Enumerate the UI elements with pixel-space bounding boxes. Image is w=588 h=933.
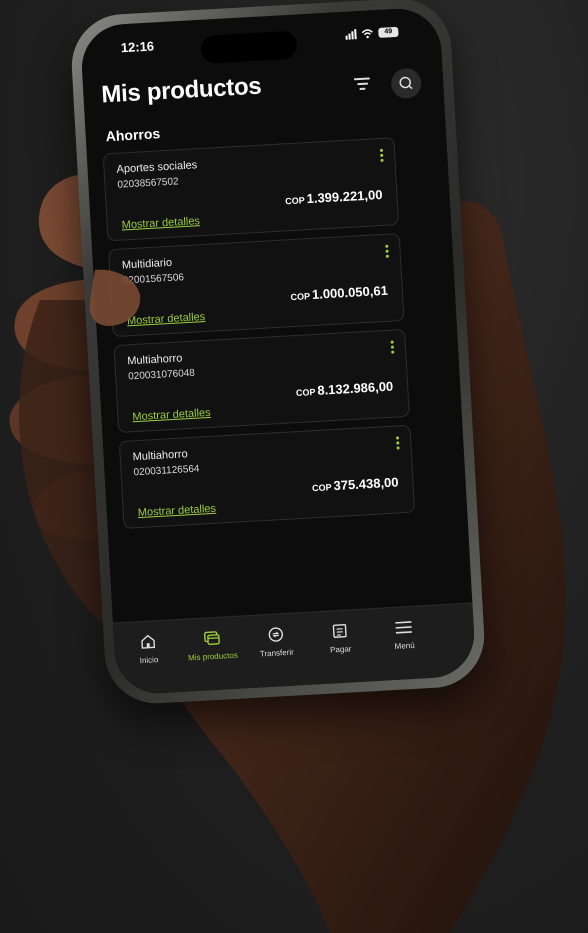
account-balance: COP375.438,00	[312, 474, 399, 494]
battery-icon: 49	[378, 26, 399, 38]
nav-item-mis-productos[interactable]: Mis productos	[180, 628, 246, 663]
wifi-icon	[361, 29, 373, 39]
balance-amount: 1.399.221,00	[306, 186, 383, 207]
more-options-icon[interactable]	[390, 340, 396, 355]
currency-label: COP	[295, 386, 316, 399]
currency-label: COP	[290, 291, 311, 303]
transfer-icon	[268, 627, 284, 642]
show-details-link[interactable]: Mostrar detalles	[132, 407, 211, 423]
signal-icon	[345, 29, 357, 40]
balance-amount: 375.438,00	[333, 474, 399, 494]
product-card[interactable]: Multidiario 02001567506 COP1.000.050,61 …	[108, 233, 405, 338]
nav-label: Inicio	[139, 655, 159, 666]
bill-icon	[332, 624, 347, 638]
nav-label: Menú	[394, 640, 415, 651]
dynamic-island	[200, 30, 298, 64]
show-details-link[interactable]: Mostrar detalles	[121, 215, 200, 231]
product-card[interactable]: Multiahorro 020031126564 COP375.438,00 M…	[118, 424, 416, 529]
nav-label: Transferir	[259, 647, 295, 659]
show-details-link[interactable]: Mostrar detalles	[137, 503, 216, 519]
phone-device: 12:16 49 Mis productos Ahorros Aportes s…	[69, 0, 487, 707]
status-icons: 49	[345, 26, 399, 40]
product-card[interactable]: Aportes sociales 02038567502 COP1.399.22…	[102, 137, 400, 242]
account-number: 020031076048	[127, 367, 196, 383]
currency-label: COP	[311, 482, 332, 494]
product-name: Aportes sociales	[116, 159, 198, 176]
account-number: 02001567506	[122, 272, 185, 287]
account-balance: COP1.000.050,61	[290, 283, 388, 303]
account-balance: COP1.399.221,00	[285, 187, 383, 207]
account-balance: COP8.132.986,00	[295, 378, 394, 399]
product-name: Multidiario	[121, 256, 173, 272]
phone-screen: 12:16 49 Mis productos Ahorros Aportes s…	[79, 6, 477, 696]
currency-label: COP	[284, 195, 306, 207]
balance-amount: 1.000.050,61	[311, 282, 389, 303]
nav-item-transferir[interactable]: Transferir	[243, 625, 309, 660]
home-icon	[141, 634, 156, 649]
wallet-icon	[203, 631, 220, 645]
show-details-link[interactable]: Mostrar detalles	[127, 311, 206, 327]
product-name: Multiahorro	[127, 352, 183, 368]
nav-label: Pagar	[329, 644, 352, 655]
filter-icon[interactable]	[351, 74, 374, 95]
section-title: Ahorros	[105, 125, 161, 145]
account-number: 020031126564	[133, 463, 200, 479]
balance-amount: 8.132.986,00	[316, 378, 394, 398]
more-options-icon[interactable]	[385, 244, 390, 260]
status-time: 12:16	[120, 38, 155, 56]
page-title: Mis productos	[100, 72, 263, 109]
account-number: 02038567502	[117, 176, 179, 191]
search-icon	[399, 76, 413, 90]
menu-icon	[395, 621, 412, 634]
nav-item-pagar[interactable]: Pagar	[307, 621, 373, 656]
nav-item-inicio[interactable]: Inicio	[116, 632, 182, 667]
product-card[interactable]: Multiahorro 020031076048 COP8.132.986,00…	[113, 328, 410, 434]
product-name: Multiahorro	[132, 448, 188, 464]
search-button[interactable]	[390, 67, 423, 100]
more-options-icon[interactable]	[395, 436, 401, 451]
page-header: Mis productos	[101, 63, 427, 121]
nav-item-menu[interactable]: Menú	[371, 618, 437, 653]
nav-label: Mis productos	[187, 650, 239, 663]
more-options-icon[interactable]	[379, 148, 385, 164]
